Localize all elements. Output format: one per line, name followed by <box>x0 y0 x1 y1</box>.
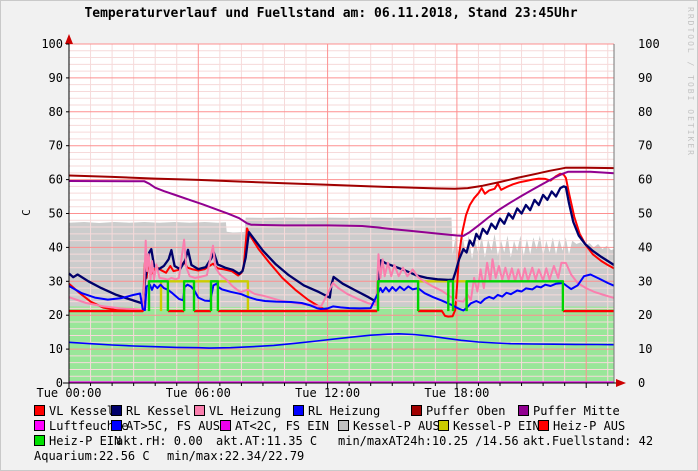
y-tick-right: 30 <box>638 274 652 288</box>
legend-row: Luftfeuchte AT>5C, FS AUS AT<2C, FS EIN Kes… <box>34 419 694 434</box>
legend-item: Puffer Oben <box>411 404 518 419</box>
legend-label: min/max:22.34/22.79 <box>167 449 304 463</box>
rrdtool-graph-window: Temperaturverlauf und Fuellstand am: 06.… <box>0 0 698 471</box>
legend-label: akt.rH: 0.00 <box>116 434 203 448</box>
legend-label: akt.AT:11.35 C <box>216 434 317 448</box>
legend-item: RL Heizung <box>293 404 411 419</box>
legend-swatch-icon <box>438 420 449 431</box>
y-tick-right: 100 <box>638 37 660 51</box>
x-tick-label: Tue 12:00 <box>295 386 360 400</box>
x-tick-label: Tue 18:00 <box>424 386 489 400</box>
y-tick-left: 30 <box>49 274 63 288</box>
legend-row: Heiz-P EINakt.rH: 0.00 akt.AT:11.35 C min/… <box>34 434 694 449</box>
x-tick-label: Tue 00:00 <box>36 386 101 400</box>
temperature-chart-canvas: 0010102020303040405050606070708080909010… <box>1 1 698 401</box>
y-tick-right: 40 <box>638 240 652 254</box>
legend-label: akt.Fuellstand: 42 <box>523 434 653 448</box>
legend-item: Heiz-P EIN <box>34 434 116 449</box>
x-tick-label: Tue 06:00 <box>166 386 231 400</box>
y-tick-left: 80 <box>49 105 63 119</box>
y-tick-right: 10 <box>638 342 652 356</box>
legend-row: Aquarium:22.56 C min/max:22.34/22.79 <box>34 449 694 464</box>
legend-item: min/max:22.34/22.79 <box>167 449 304 464</box>
y-tick-right: 20 <box>638 308 652 322</box>
legend-item: AT>5C, FS AUS <box>111 419 220 434</box>
legend-swatch-icon <box>111 420 122 431</box>
y-tick-left: 50 <box>49 207 63 221</box>
legend-item: Kessel-P AUS <box>338 419 438 434</box>
legend-item: akt.AT:11.35 C <box>216 434 338 449</box>
y-tick-right: 60 <box>638 173 652 187</box>
legend-swatch-icon <box>34 420 45 431</box>
legend-label: Aquarium:22.56 C <box>34 449 150 463</box>
y-tick-right: 90 <box>638 71 652 85</box>
legend-item: akt.rH: 0.00 <box>116 434 216 449</box>
legend-item: Puffer Mitte <box>518 404 620 419</box>
legend-swatch-icon <box>111 405 122 416</box>
legend-label: Kessel-P AUS <box>353 419 440 433</box>
legend-swatch-icon <box>338 420 349 431</box>
legend-swatch-icon <box>518 405 529 416</box>
legend-item: akt.Fuellstand: 42 <box>523 434 653 449</box>
y-tick-left: 10 <box>49 342 63 356</box>
x-axis-arrow <box>616 379 626 387</box>
legend-item: AT<2C, FS EIN <box>220 419 338 434</box>
legend-label: Puffer Mitte <box>533 404 620 418</box>
legend-label: Heiz-P EIN <box>49 434 121 448</box>
legend-item: VL Heizung <box>194 404 293 419</box>
y-tick-left: 90 <box>49 71 63 85</box>
y-tick-left: 20 <box>49 308 63 322</box>
legend-swatch-icon <box>194 405 205 416</box>
y-tick-left: 100 <box>41 37 63 51</box>
y-tick-right: 70 <box>638 139 652 153</box>
legend-swatch-icon <box>220 420 231 431</box>
legend-item: Heiz-P AUS <box>538 419 625 434</box>
legend-label: AT>5C, FS AUS <box>126 419 220 433</box>
legend-swatch-icon <box>34 435 45 446</box>
legend-item: VL Kessel <box>34 404 111 419</box>
legend-item: Kessel-P EIN <box>438 419 538 434</box>
legend: VL Kessel RL Kessel VL Heizung RL Heizung Pu… <box>34 404 694 464</box>
legend-label: Kessel-P EIN <box>453 419 540 433</box>
legend-label: min/maxAT24h:10.25 /14.56 <box>338 434 519 448</box>
legend-label: VL Heizung <box>209 404 281 418</box>
legend-label: Puffer Oben <box>426 404 505 418</box>
legend-swatch-icon <box>538 420 549 431</box>
y-axis-arrow <box>65 34 73 44</box>
legend-item: Aquarium:22.56 C <box>34 449 167 464</box>
legend-item: Luftfeuchte <box>34 419 111 434</box>
y-tick-right: 50 <box>638 207 652 221</box>
legend-label: RL Heizung <box>308 404 380 418</box>
legend-swatch-icon <box>34 405 45 416</box>
legend-label: AT<2C, FS EIN <box>235 419 329 433</box>
legend-label: RL Kessel <box>126 404 191 418</box>
legend-label: VL Kessel <box>49 404 114 418</box>
legend-swatch-icon <box>411 405 422 416</box>
y-tick-right: 80 <box>638 105 652 119</box>
legend-item: RL Kessel <box>111 404 194 419</box>
y-tick-left: 40 <box>49 240 63 254</box>
legend-row: VL Kessel RL Kessel VL Heizung RL Heizung Pu… <box>34 404 694 419</box>
y-tick-left: 70 <box>49 139 63 153</box>
legend-label: Heiz-P AUS <box>553 419 625 433</box>
legend-item: min/maxAT24h:10.25 /14.56 <box>338 434 523 449</box>
legend-swatch-icon <box>293 405 304 416</box>
y-tick-left: 60 <box>49 173 63 187</box>
y-tick-right: 0 <box>638 376 645 390</box>
